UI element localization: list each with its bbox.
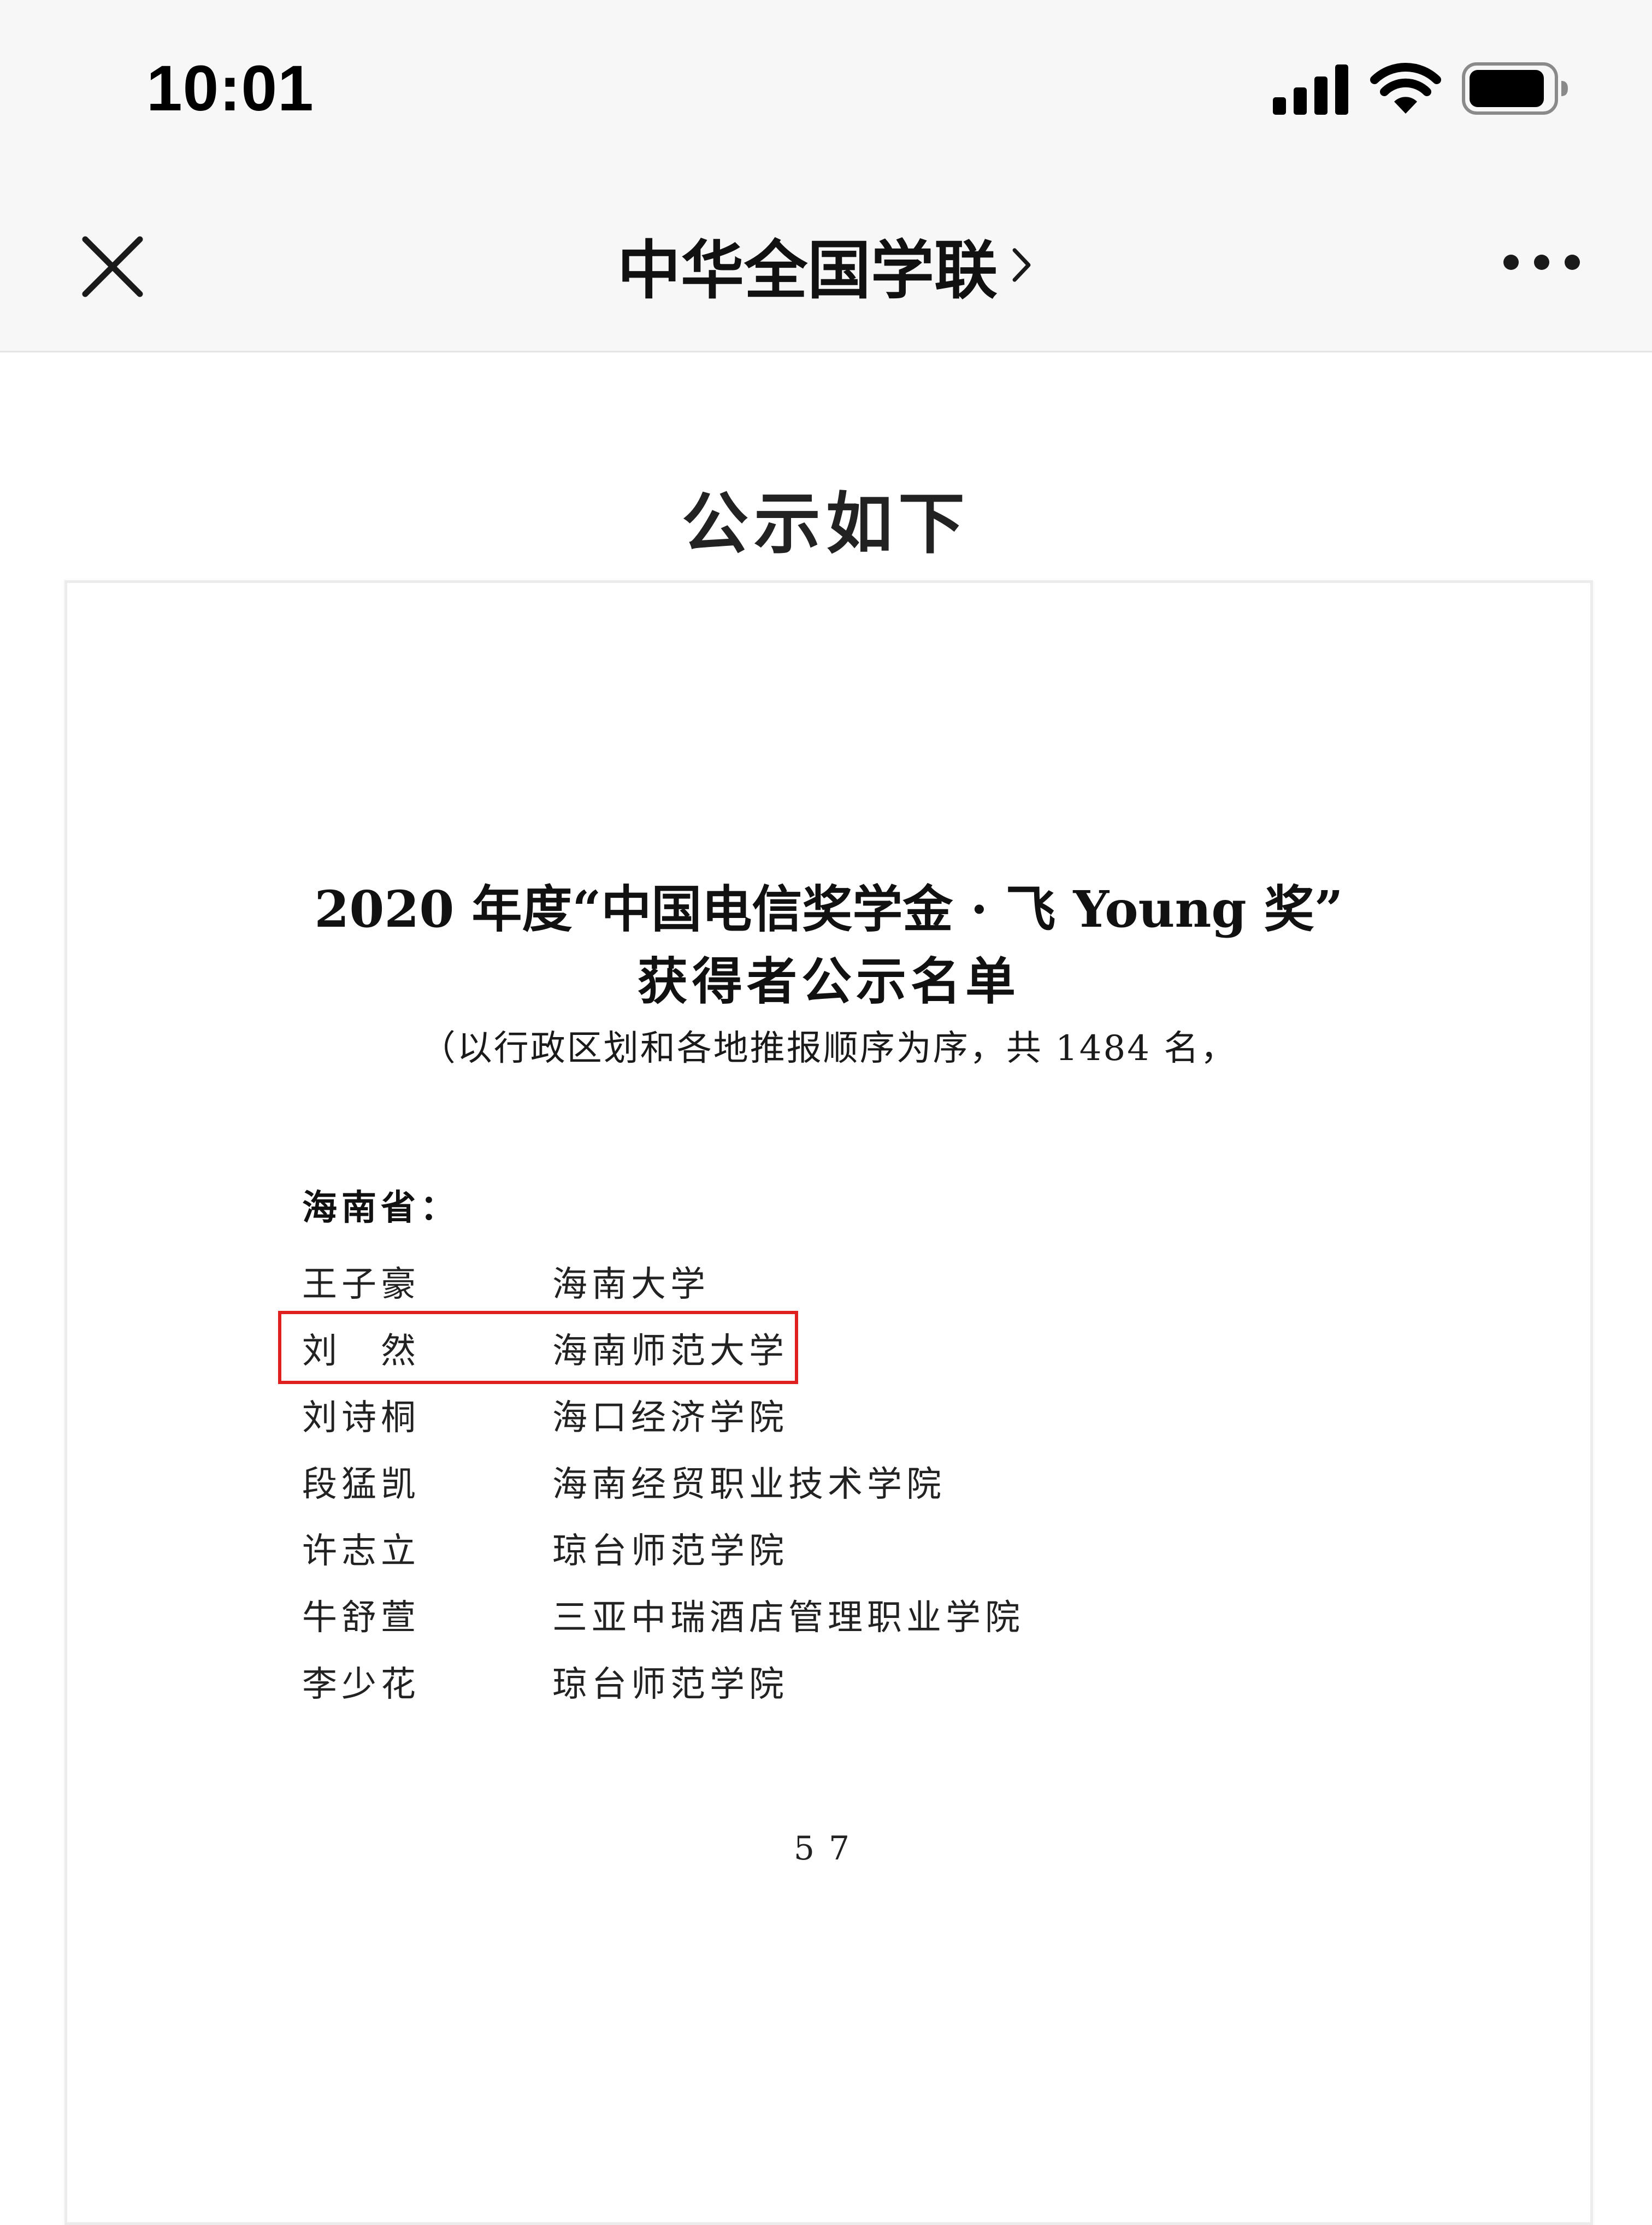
recipient-name: 刘诗桐: [302, 1398, 420, 1438]
recipient-school: 琼台师范学院: [552, 1531, 788, 1571]
document-image[interactable]: 2020 年度“中国电信奖学金 · 飞 Young 奖” 获得者公示名单 （以行…: [64, 580, 1593, 2225]
recipient-row: 许志立 琼台师范学院: [302, 1529, 1285, 1573]
wifi-icon: [1370, 63, 1441, 114]
recipient-row: 李少花 琼台师范学院: [302, 1663, 1285, 1706]
recipient-school: 琼台师范学院: [552, 1664, 788, 1705]
recipient-row: 牛舒萱 三亚中瑞酒店管理职业学院: [302, 1596, 1285, 1640]
account-name: 中华全国学联: [617, 234, 998, 308]
close-icon[interactable]: [80, 234, 145, 299]
document-title-line2: 获得者公示名单: [637, 952, 1020, 1011]
document-subtitle: （以行政区划和各地推报顺序为序，共 1484 名，: [420, 1028, 1237, 1069]
recipient-name: 王子豪: [302, 1264, 420, 1305]
battery-icon: [1462, 62, 1568, 115]
page-number: 57: [793, 1829, 864, 1868]
recipient-school: 海口经济学院: [552, 1398, 788, 1438]
recipient-school: 海南大学: [552, 1264, 710, 1305]
recipient-row: 王子豪 海南大学: [302, 1263, 1285, 1306]
recipient-school: 海南经贸职业技术学院: [552, 1464, 946, 1505]
chevron-right-icon: [1012, 248, 1031, 282]
document-title-line1: 2020 年度“中国电信奖学金 · 飞 Young 奖”: [314, 880, 1343, 939]
recipient-row: 段猛凯 海南经贸职业技术学院: [302, 1463, 1285, 1506]
article-heading: 公示如下: [682, 485, 970, 563]
recipient-name: 李少花: [302, 1664, 420, 1705]
recipient-school: 三亚中瑞酒店管理职业学院: [552, 1598, 1024, 1638]
recipient-row: 刘诗桐 海口经济学院: [302, 1396, 1285, 1440]
status-time: 10:01: [146, 52, 314, 125]
more-icon[interactable]: [1501, 251, 1582, 273]
recipient-name: 段猛凯: [302, 1464, 420, 1505]
cellular-signal-icon: [1273, 64, 1348, 115]
recipient-name: 牛舒萱: [302, 1598, 420, 1638]
document-subtitle-cropped-line: [482, 1097, 1193, 1113]
status-bar: 10:01: [0, 0, 1652, 164]
region-label: 海南省：: [302, 1187, 459, 1228]
recipient-name: 许志立: [302, 1531, 420, 1571]
nav-bar: 中华全国学联: [0, 164, 1652, 352]
account-title-link[interactable]: 中华全国学联: [617, 224, 1032, 308]
highlight-box: [278, 1311, 798, 1384]
